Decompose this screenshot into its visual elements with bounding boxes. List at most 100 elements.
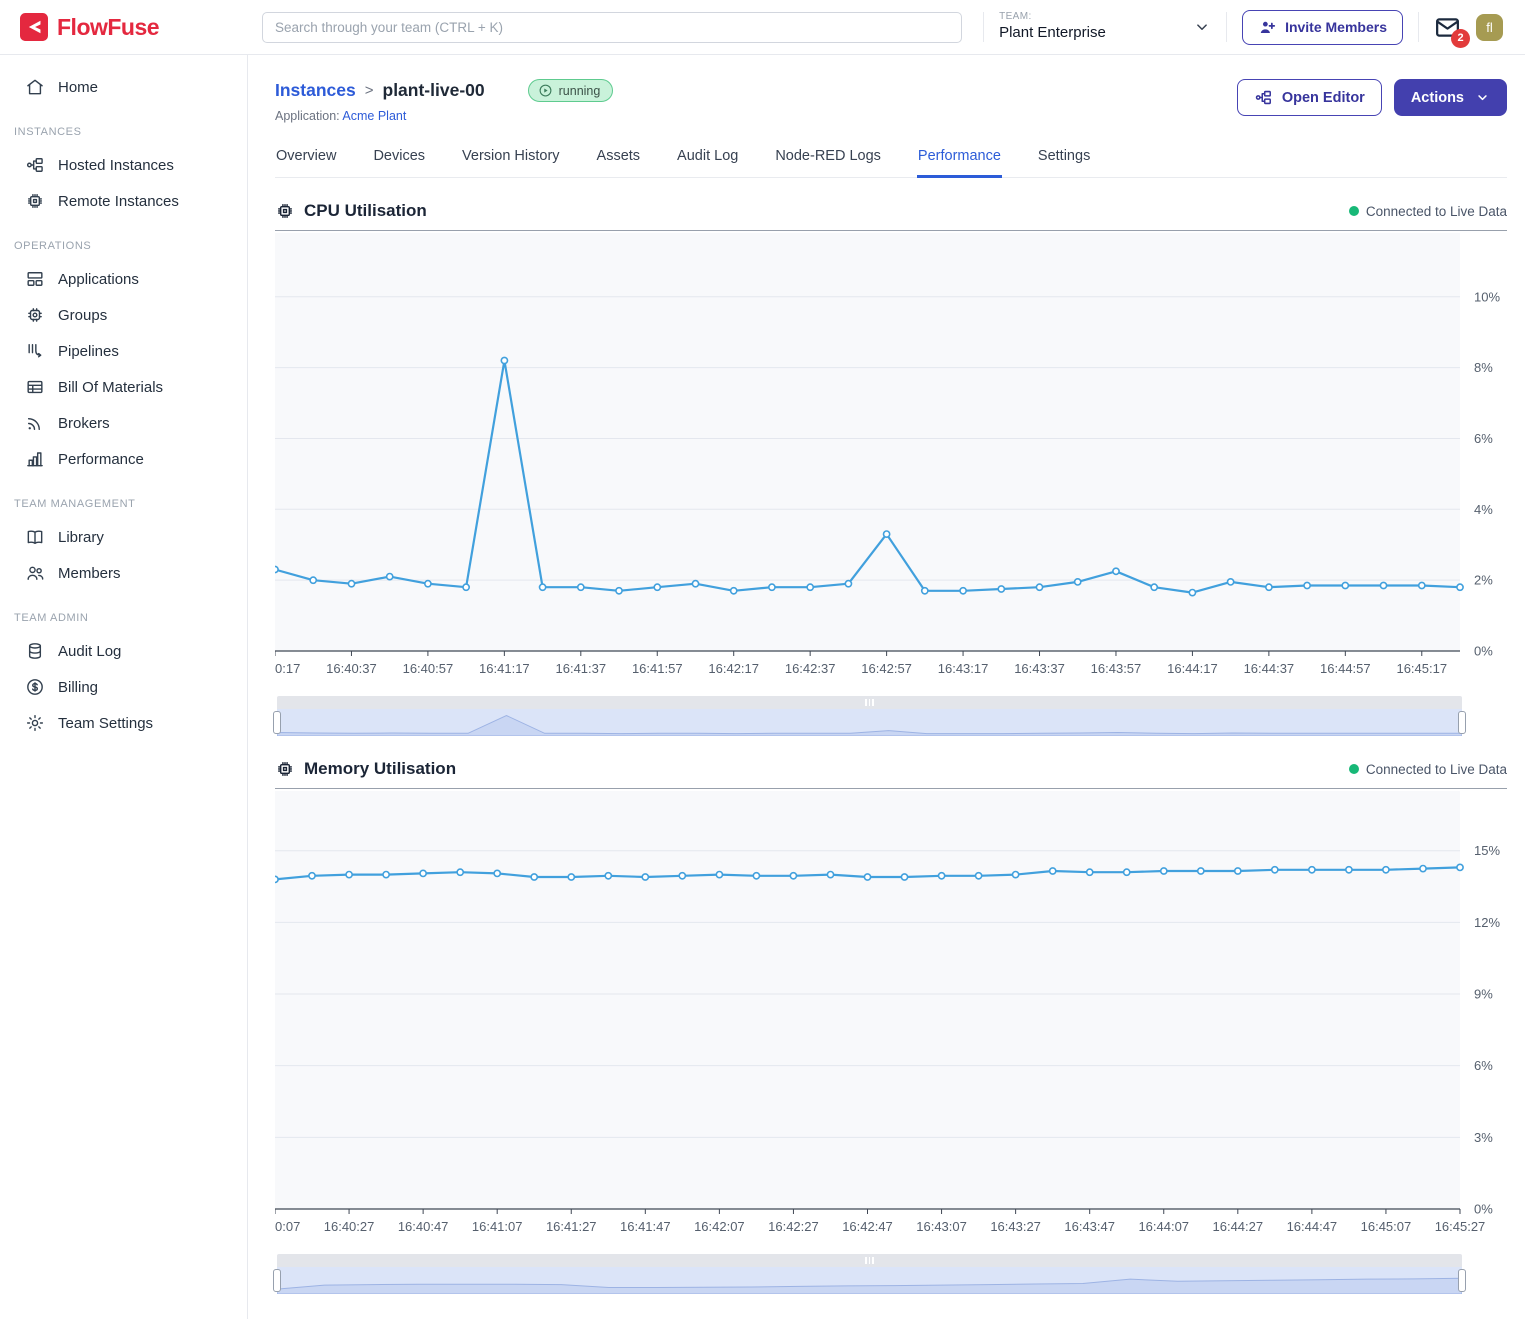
node-flow-icon <box>25 155 45 175</box>
team-label: TEAM: <box>999 11 1106 24</box>
tab-node-red-logs[interactable]: Node-RED Logs <box>774 140 882 178</box>
tab-settings[interactable]: Settings <box>1037 140 1091 178</box>
navigator-grip[interactable] <box>277 696 1462 709</box>
avatar[interactable]: fl <box>1476 14 1503 41</box>
svg-text:16:45:17: 16:45:17 <box>1396 661 1447 676</box>
sidebar-item-audit-log[interactable]: Audit Log <box>0 633 247 669</box>
invite-members-button[interactable]: Invite Members <box>1242 10 1403 45</box>
search-input[interactable] <box>262 12 962 43</box>
breadcrumb-instances-link[interactable]: Instances <box>275 80 356 101</box>
sidebar-item-hosted-instances[interactable]: Hosted Instances <box>0 147 247 183</box>
navigator-right-handle[interactable] <box>1458 711 1466 734</box>
navigator-area <box>277 1267 1462 1294</box>
tab-audit-log[interactable]: Audit Log <box>676 140 739 178</box>
svg-text:16:44:07: 16:44:07 <box>1138 1219 1189 1234</box>
sidebar-item-label: Applications <box>58 271 139 288</box>
database-icon <box>25 641 45 661</box>
actions-label: Actions <box>1411 90 1464 106</box>
svg-text:16:44:47: 16:44:47 <box>1287 1219 1338 1234</box>
sidebar-item-applications[interactable]: Applications <box>0 261 247 297</box>
sidebar-item-team-settings[interactable]: Team Settings <box>0 705 247 741</box>
sidebar-item-groups[interactable]: Groups <box>0 297 247 333</box>
breadcrumb: Instances > plant-live-00 running <box>275 79 613 102</box>
live-dot-icon <box>1349 206 1359 216</box>
sidebar-item-label: Library <box>58 529 104 546</box>
tab-performance[interactable]: Performance <box>917 140 1002 178</box>
cpu-utilisation-chart[interactable]: 0%2%4%6%8%10%0:1716:40:3716:40:5716:41:1… <box>275 233 1507 687</box>
memory-chart-navigator[interactable] <box>277 1254 1462 1294</box>
sidebar-item-remote-instances[interactable]: Remote Instances <box>0 183 247 219</box>
cpu-chart-navigator[interactable] <box>277 696 1462 736</box>
sidebar-item-library[interactable]: Library <box>0 519 247 555</box>
svg-text:0%: 0% <box>1474 644 1493 659</box>
sidebar-item-pipelines[interactable]: Pipelines <box>0 333 247 369</box>
live-dot-icon <box>1349 764 1359 774</box>
live-status-label: Connected to Live Data <box>1366 762 1507 777</box>
flowfuse-logo[interactable]: FlowFuse <box>20 13 262 41</box>
tab-overview[interactable]: Overview <box>275 140 337 178</box>
navigator-grip[interactable] <box>277 1254 1462 1267</box>
book-icon <box>25 527 45 547</box>
memory-utilisation-chart[interactable]: 0%3%6%9%12%15%0:0716:40:2716:40:4716:41:… <box>275 791 1507 1245</box>
sidebar-item-home[interactable]: Home <box>0 69 247 105</box>
tab-assets[interactable]: Assets <box>596 140 642 178</box>
cpu-chart-host: 0%2%4%6%8%10%0:1716:40:3716:40:5716:41:1… <box>275 233 1507 687</box>
sidebar-item-brokers[interactable]: Brokers <box>0 405 247 441</box>
team-selector[interactable]: TEAM: Plant Enterprise <box>999 11 1211 42</box>
tab-devices[interactable]: Devices <box>372 140 426 178</box>
grip-icon <box>865 699 874 706</box>
navigator-left-handle[interactable] <box>273 1269 281 1292</box>
svg-text:16:44:57: 16:44:57 <box>1320 661 1371 676</box>
svg-text:16:42:07: 16:42:07 <box>694 1219 745 1234</box>
actions-button[interactable]: Actions <box>1394 79 1507 116</box>
person-plus-icon <box>1258 18 1277 37</box>
navigator-band[interactable] <box>277 709 1462 736</box>
svg-text:16:41:07: 16:41:07 <box>472 1219 523 1234</box>
svg-text:16:43:37: 16:43:37 <box>1014 661 1065 676</box>
sidebar-item-label: Audit Log <box>58 643 121 660</box>
cpu-utilisation-section: CPU Utilisation Connected to Live Data 0… <box>275 201 1507 736</box>
svg-text:16:40:57: 16:40:57 <box>403 661 454 676</box>
sidebar-item-billing[interactable]: Billing <box>0 669 247 705</box>
dollar-circle-icon <box>25 677 45 697</box>
navigator-right-handle[interactable] <box>1458 1269 1466 1292</box>
svg-text:10%: 10% <box>1474 289 1500 304</box>
sidebar-item-performance[interactable]: Performance <box>0 441 247 477</box>
gear-icon <box>25 713 45 733</box>
open-editor-button[interactable]: Open Editor <box>1237 79 1382 116</box>
svg-text:0%: 0% <box>1474 1202 1493 1217</box>
pipeline-bars-icon <box>25 341 45 361</box>
window-stack-icon <box>25 269 45 289</box>
svg-text:4%: 4% <box>1474 502 1493 517</box>
users-icon <box>25 563 45 583</box>
svg-text:16:44:17: 16:44:17 <box>1167 661 1218 676</box>
svg-text:16:43:07: 16:43:07 <box>916 1219 967 1234</box>
svg-text:16:41:37: 16:41:37 <box>556 661 607 676</box>
live-status-label: Connected to Live Data <box>1366 204 1507 219</box>
divider <box>983 12 984 42</box>
house-icon <box>25 77 45 97</box>
section-title: CPU Utilisation <box>304 201 427 221</box>
svg-text:16:45:27: 16:45:27 <box>1435 1219 1486 1234</box>
svg-text:16:44:37: 16:44:37 <box>1244 661 1295 676</box>
application-line: Application: Acme Plant <box>275 109 613 123</box>
svg-text:0:17: 0:17 <box>275 661 300 676</box>
navigator-band[interactable] <box>277 1267 1462 1294</box>
navigator-left-handle[interactable] <box>273 711 281 734</box>
breadcrumb-separator: > <box>365 82 374 99</box>
live-status: Connected to Live Data <box>1349 762 1507 777</box>
brand-name: FlowFuse <box>57 14 159 41</box>
tab-version-history[interactable]: Version History <box>461 140 561 178</box>
svg-text:16:40:47: 16:40:47 <box>398 1219 449 1234</box>
bar-chart-icon <box>25 449 45 469</box>
notifications-button[interactable]: 2 <box>1434 14 1461 41</box>
status-badge: running <box>528 79 614 102</box>
main-content: Instances > plant-live-00 running Applic… <box>248 55 1525 1319</box>
sidebar-item-label: Groups <box>58 307 107 324</box>
sidebar-item-members[interactable]: Members <box>0 555 247 591</box>
application-link[interactable]: Acme Plant <box>342 109 406 123</box>
sidebar-item-bill-of-materials[interactable]: Bill Of Materials <box>0 369 247 405</box>
flowfuse-logo-icon <box>20 13 48 41</box>
live-status: Connected to Live Data <box>1349 204 1507 219</box>
sidebar-item-label: Bill Of Materials <box>58 379 163 396</box>
